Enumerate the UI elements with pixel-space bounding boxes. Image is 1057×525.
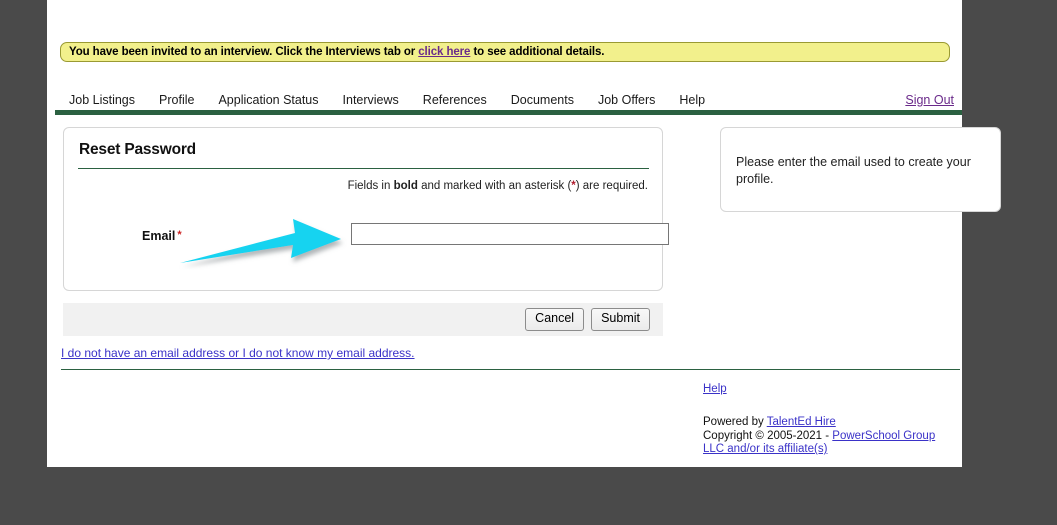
- nav-item-help[interactable]: Help: [679, 93, 705, 107]
- email-label-text: Email: [142, 229, 175, 243]
- sign-out-link[interactable]: Sign Out: [905, 93, 954, 107]
- instructions-panel: Please enter the email used to create yo…: [720, 127, 1001, 212]
- nav-item-profile[interactable]: Profile: [159, 93, 194, 107]
- email-input[interactable]: [351, 223, 669, 245]
- main-navigation: Job Listings Profile Application Status …: [55, 89, 962, 111]
- nav-item-documents[interactable]: Documents: [511, 93, 574, 107]
- nav-item-interviews[interactable]: Interviews: [343, 93, 399, 107]
- title-divider: [78, 168, 649, 169]
- copyright-prefix: Copyright © 2005-2021 -: [703, 430, 832, 442]
- page-title: Reset Password: [79, 141, 196, 159]
- submit-button[interactable]: Submit: [591, 308, 650, 331]
- instructions-text: Please enter the email used to create yo…: [736, 154, 976, 188]
- nav-item-job-offers[interactable]: Job Offers: [598, 93, 655, 107]
- note-middle: and marked with an asterisk (: [418, 180, 571, 192]
- footer-help-link[interactable]: Help: [703, 383, 727, 395]
- page-footer: Help Powered by TalentEd Hire Copyright …: [703, 379, 963, 457]
- reset-password-panel: Reset Password Fields in bold and marked…: [63, 127, 663, 291]
- email-field-row: Email*: [64, 223, 664, 253]
- nav-item-application-status[interactable]: Application Status: [218, 93, 318, 107]
- email-label: Email*: [142, 229, 182, 243]
- footer-divider: [61, 369, 960, 370]
- footer-help-row: Help: [703, 379, 963, 397]
- nav-item-job-listings[interactable]: Job Listings: [69, 93, 135, 107]
- no-email-address-link[interactable]: I do not have an email address or I do n…: [61, 346, 415, 360]
- alert-text-after: to see additional details.: [470, 46, 604, 58]
- alert-text-before: You have been invited to an interview. C…: [69, 46, 418, 58]
- powered-by-prefix: Powered by: [703, 416, 767, 428]
- form-action-bar: Cancel Submit: [63, 303, 663, 336]
- nav-item-references[interactable]: References: [423, 93, 487, 107]
- invitation-alert-banner: You have been invited to an interview. C…: [60, 42, 950, 62]
- required-fields-note: Fields in bold and marked with an asteri…: [348, 180, 648, 192]
- powered-by-row: Powered by TalentEd Hire: [703, 416, 955, 430]
- page-content: You have been invited to an interview. C…: [55, 0, 962, 467]
- alert-click-here-link[interactable]: click here: [418, 46, 470, 58]
- note-suffix: ) are required.: [576, 180, 648, 192]
- copyright-row: Copyright © 2005-2021 - PowerSchool Grou…: [703, 430, 955, 457]
- alert-message: You have been invited to an interview. C…: [69, 46, 604, 58]
- nav-underline-bar: [55, 110, 962, 115]
- browser-page: You have been invited to an interview. C…: [47, 0, 962, 467]
- talented-hire-link[interactable]: TalentEd Hire: [767, 416, 836, 428]
- cancel-button[interactable]: Cancel: [525, 308, 584, 331]
- email-required-asterisk: *: [177, 229, 181, 241]
- note-prefix: Fields in: [348, 180, 394, 192]
- footer-copyright: Powered by TalentEd Hire Copyright © 200…: [703, 416, 955, 457]
- note-bold-word: bold: [394, 180, 418, 192]
